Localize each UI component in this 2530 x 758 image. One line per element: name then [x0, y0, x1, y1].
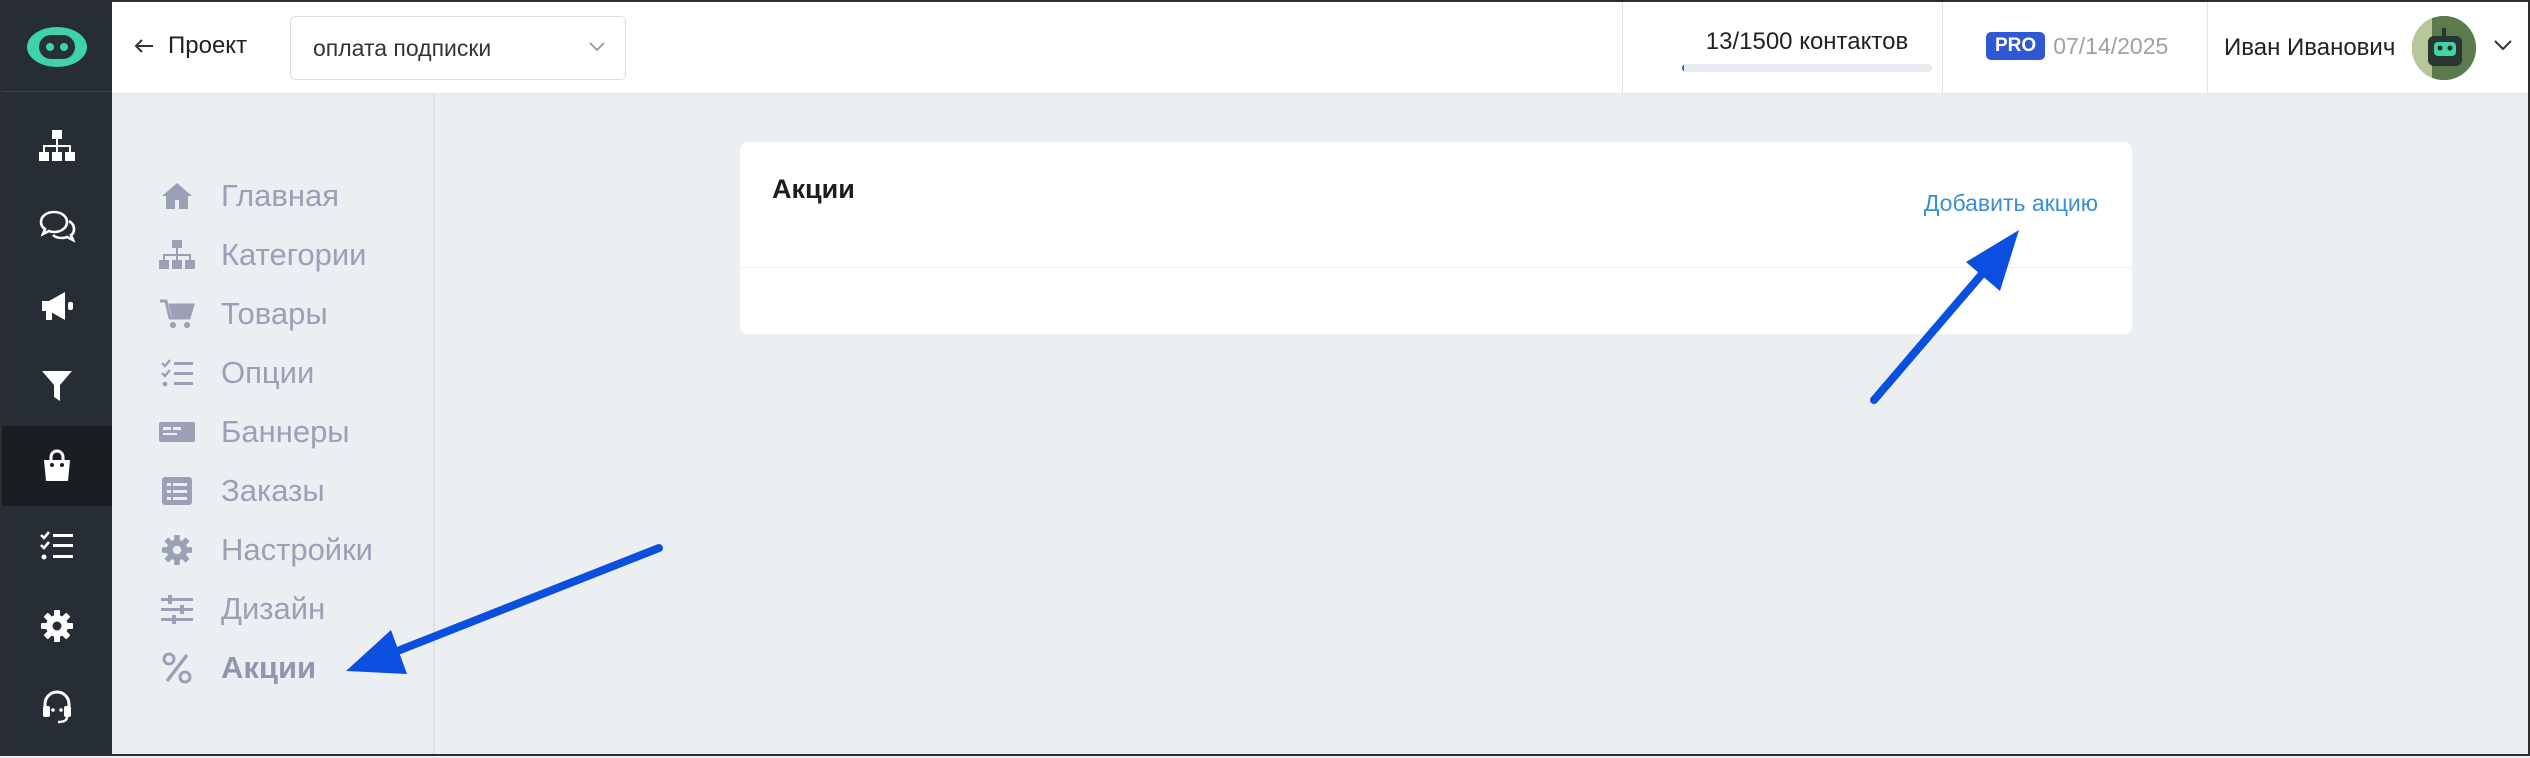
subnav-item-label: Категории [221, 237, 367, 272]
subnav-item-label: Товары [221, 296, 328, 331]
rail-item-chats[interactable] [2, 186, 112, 266]
subnav-item-home[interactable]: Главная [157, 176, 339, 216]
subnav-item-settings[interactable]: Настройки [157, 530, 373, 570]
subnav-item-design[interactable]: Дизайн [157, 589, 325, 629]
sitemap-icon [157, 235, 197, 275]
rail-item-tasks[interactable] [2, 506, 112, 586]
subnav-item-banners[interactable]: Баннеры [157, 412, 350, 452]
main-rail [2, 2, 112, 754]
avatar[interactable] [2412, 16, 2476, 80]
subnav-item-products[interactable]: Товары [157, 294, 328, 334]
rail-item-structure[interactable] [2, 106, 112, 186]
support-icon [43, 690, 71, 724]
chevron-down-icon[interactable] [2492, 38, 2514, 52]
pro-badge: PRO [1986, 32, 2046, 60]
back-to-project-link[interactable]: Проект [134, 32, 247, 60]
banner-icon [157, 412, 197, 452]
bot-logo[interactable] [2, 2, 112, 92]
header-divider [1622, 2, 1623, 94]
subnav-item-orders[interactable]: Заказы [157, 471, 325, 511]
rail-item-settings[interactable] [2, 586, 112, 666]
arrow-left-icon [134, 39, 153, 53]
subnav-item-label: Баннеры [221, 414, 350, 449]
rail-item-funnels[interactable] [2, 346, 112, 426]
add-promotion-link[interactable]: Добавить акцию [1924, 190, 2098, 217]
subnav-item-promotions[interactable]: Акции [157, 648, 316, 688]
subnav-item-label: Заказы [221, 473, 325, 508]
subnav-item-label: Дизайн [221, 591, 326, 626]
contacts-progress-fill [1682, 64, 1685, 72]
shop-subnav: Главная Категории Товары Опции Баннеры З… [112, 94, 435, 754]
subnav-item-label: Опции [221, 355, 315, 390]
list-icon [157, 471, 197, 511]
percent-icon [157, 648, 197, 688]
chat-icon [39, 210, 76, 243]
filter-icon [42, 371, 72, 401]
project-select-value: оплата подписки [313, 34, 492, 61]
bot-logo-icon [27, 26, 87, 67]
rail-item-shop[interactable] [2, 426, 112, 506]
page-title: Акции [772, 174, 855, 204]
avatar-bot-image [2412, 16, 2476, 80]
rail-item-support[interactable] [2, 666, 112, 746]
card-divider [740, 267, 2132, 268]
header-divider [2207, 2, 2208, 94]
shop-bag-icon [44, 449, 70, 481]
cart-icon [157, 294, 197, 334]
contacts-usage-text: 13/1500 контактов [1705, 28, 1909, 55]
top-header: Проект оплата подписки 13/1500 контактов… [112, 2, 2528, 94]
checklist-icon [40, 531, 73, 560]
contacts-usage: 13/1500 контактов [1682, 28, 1932, 72]
home-icon [157, 176, 197, 216]
subnav-item-label: Акции [221, 650, 317, 685]
gear-icon [41, 610, 73, 642]
plan-expiry-date: 07/14/2025 [2053, 32, 2169, 59]
sitemap-icon [39, 130, 75, 161]
megaphone-icon [42, 292, 73, 320]
user-name[interactable]: Иван Иванович [2224, 34, 2395, 62]
project-select[interactable]: оплата подписки [290, 16, 626, 80]
plan-info[interactable]: PRO 07/14/2025 [1986, 32, 2168, 60]
subnav-item-label: Главная [221, 178, 339, 213]
promotions-card: Акции Добавить акцию [740, 142, 2132, 334]
back-label: Проект [168, 32, 248, 59]
sliders-icon [157, 589, 197, 629]
gear-icon [157, 530, 197, 570]
subnav-item-categories[interactable]: Категории [157, 235, 366, 275]
checklist-icon [157, 353, 197, 393]
subnav-item-label: Настройки [221, 532, 374, 567]
chevron-down-icon [589, 42, 605, 52]
rail-item-broadcasts[interactable] [2, 266, 112, 346]
subnav-item-options[interactable]: Опции [157, 353, 314, 393]
header-divider [1942, 2, 1943, 94]
contacts-progress-bar [1682, 64, 1932, 72]
